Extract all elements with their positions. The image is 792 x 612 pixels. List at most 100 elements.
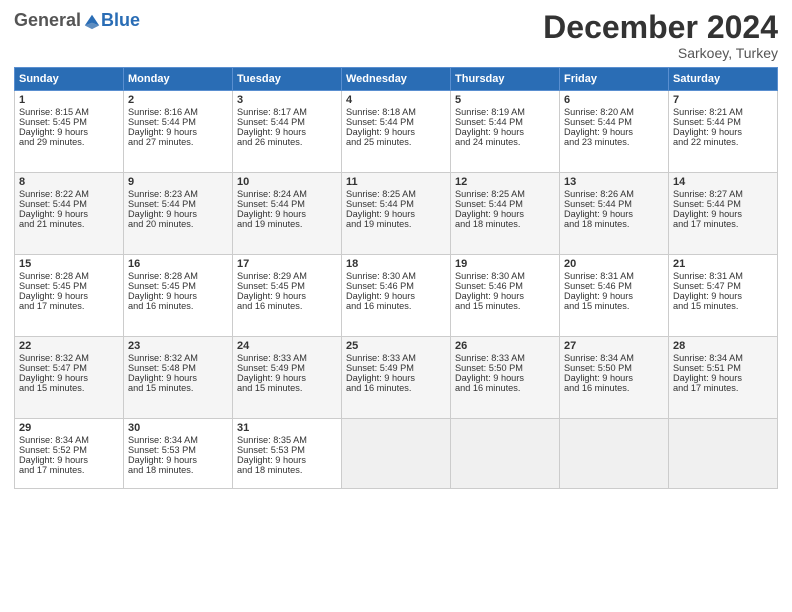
cell-text-line: Sunrise: 8:34 AM [128, 435, 198, 445]
cell-text-line: Sunset: 5:44 PM [237, 199, 305, 209]
calendar-header-tuesday: Tuesday [233, 68, 342, 91]
cell-text-line: and 29 minutes. [19, 137, 84, 147]
cell-text-line: Sunset: 5:44 PM [455, 199, 523, 209]
day-number: 16 [128, 258, 228, 270]
day-number: 21 [673, 258, 773, 270]
header: General Blue December 2024 Sarkoey, Turk… [14, 10, 778, 61]
calendar-header-wednesday: Wednesday [342, 68, 451, 91]
calendar-week-4: 22Sunrise: 8:32 AMSunset: 5:47 PMDayligh… [15, 337, 778, 419]
cell-text-line: Sunset: 5:51 PM [673, 363, 741, 373]
day-number: 15 [19, 258, 119, 270]
day-number: 1 [19, 94, 119, 106]
cell-text-line: Sunrise: 8:27 AM [673, 189, 743, 199]
cell-text-line: Daylight: 9 hours [673, 127, 742, 137]
calendar-cell: 12Sunrise: 8:25 AMSunset: 5:44 PMDayligh… [451, 173, 560, 255]
cell-text-line: Sunset: 5:44 PM [564, 199, 632, 209]
cell-text-line: Daylight: 9 hours [128, 127, 197, 137]
day-number: 19 [455, 258, 555, 270]
calendar-cell: 7Sunrise: 8:21 AMSunset: 5:44 PMDaylight… [669, 91, 778, 173]
calendar-week-2: 8Sunrise: 8:22 AMSunset: 5:44 PMDaylight… [15, 173, 778, 255]
calendar-cell: 2Sunrise: 8:16 AMSunset: 5:44 PMDaylight… [124, 91, 233, 173]
day-number: 3 [237, 94, 337, 106]
cell-text-line: Sunrise: 8:30 AM [346, 271, 416, 281]
calendar-cell [560, 419, 669, 489]
cell-text-line: Sunset: 5:44 PM [564, 117, 632, 127]
cell-text-line: Sunrise: 8:18 AM [346, 107, 416, 117]
cell-text-line: Sunset: 5:44 PM [237, 117, 305, 127]
cell-text-line: Sunrise: 8:33 AM [346, 353, 416, 363]
cell-text-line: Sunrise: 8:26 AM [564, 189, 634, 199]
cell-text-line: Sunset: 5:45 PM [19, 281, 87, 291]
calendar-cell: 26Sunrise: 8:33 AMSunset: 5:50 PMDayligh… [451, 337, 560, 419]
cell-text-line: Sunset: 5:45 PM [237, 281, 305, 291]
cell-text-line: Sunrise: 8:32 AM [128, 353, 198, 363]
cell-text-line: Sunset: 5:50 PM [455, 363, 523, 373]
day-number: 18 [346, 258, 446, 270]
cell-text-line: and 18 minutes. [128, 465, 193, 475]
calendar-cell: 27Sunrise: 8:34 AMSunset: 5:50 PMDayligh… [560, 337, 669, 419]
day-number: 12 [455, 176, 555, 188]
cell-text-line: Sunset: 5:44 PM [19, 199, 87, 209]
cell-text-line: and 16 minutes. [564, 383, 629, 393]
month-title: December 2024 [543, 10, 778, 45]
cell-text-line: Daylight: 9 hours [455, 291, 524, 301]
calendar-cell: 22Sunrise: 8:32 AMSunset: 5:47 PMDayligh… [15, 337, 124, 419]
cell-text-line: Daylight: 9 hours [673, 291, 742, 301]
calendar-cell: 8Sunrise: 8:22 AMSunset: 5:44 PMDaylight… [15, 173, 124, 255]
cell-text-line: and 18 minutes. [237, 465, 302, 475]
cell-text-line: Sunset: 5:47 PM [673, 281, 741, 291]
calendar-cell: 3Sunrise: 8:17 AMSunset: 5:44 PMDaylight… [233, 91, 342, 173]
cell-text-line: Sunrise: 8:34 AM [564, 353, 634, 363]
cell-text-line: Sunset: 5:45 PM [128, 281, 196, 291]
cell-text-line: Daylight: 9 hours [455, 209, 524, 219]
day-number: 17 [237, 258, 337, 270]
cell-text-line: and 16 minutes. [128, 301, 193, 311]
calendar-cell: 16Sunrise: 8:28 AMSunset: 5:45 PMDayligh… [124, 255, 233, 337]
cell-text-line: Daylight: 9 hours [455, 127, 524, 137]
cell-text-line: Sunrise: 8:35 AM [237, 435, 307, 445]
main-container: General Blue December 2024 Sarkoey, Turk… [0, 0, 792, 612]
cell-text-line: Daylight: 9 hours [673, 373, 742, 383]
day-number: 20 [564, 258, 664, 270]
cell-text-line: Daylight: 9 hours [346, 209, 415, 219]
cell-text-line: Daylight: 9 hours [237, 291, 306, 301]
cell-text-line: and 15 minutes. [564, 301, 629, 311]
cell-text-line: Sunset: 5:44 PM [128, 199, 196, 209]
title-section: December 2024 Sarkoey, Turkey [543, 10, 778, 61]
calendar-cell: 30Sunrise: 8:34 AMSunset: 5:53 PMDayligh… [124, 419, 233, 489]
day-number: 26 [455, 340, 555, 352]
cell-text-line: Sunrise: 8:22 AM [19, 189, 89, 199]
cell-text-line: and 26 minutes. [237, 137, 302, 147]
day-number: 27 [564, 340, 664, 352]
cell-text-line: and 23 minutes. [564, 137, 629, 147]
calendar-cell: 14Sunrise: 8:27 AMSunset: 5:44 PMDayligh… [669, 173, 778, 255]
calendar-header-friday: Friday [560, 68, 669, 91]
calendar-cell: 10Sunrise: 8:24 AMSunset: 5:44 PMDayligh… [233, 173, 342, 255]
cell-text-line: Sunrise: 8:31 AM [673, 271, 743, 281]
cell-text-line: Sunset: 5:44 PM [346, 199, 414, 209]
cell-text-line: and 19 minutes. [346, 219, 411, 229]
cell-text-line: and 20 minutes. [128, 219, 193, 229]
cell-text-line: Daylight: 9 hours [19, 291, 88, 301]
cell-text-line: Sunset: 5:46 PM [455, 281, 523, 291]
cell-text-line: Sunrise: 8:34 AM [673, 353, 743, 363]
cell-text-line: Sunrise: 8:32 AM [19, 353, 89, 363]
calendar-cell: 4Sunrise: 8:18 AMSunset: 5:44 PMDaylight… [342, 91, 451, 173]
cell-text-line: Sunset: 5:47 PM [19, 363, 87, 373]
cell-text-line: Sunset: 5:44 PM [455, 117, 523, 127]
cell-text-line: Daylight: 9 hours [237, 209, 306, 219]
cell-text-line: Daylight: 9 hours [564, 373, 633, 383]
cell-text-line: Daylight: 9 hours [19, 455, 88, 465]
cell-text-line: Sunrise: 8:25 AM [455, 189, 525, 199]
calendar-cell: 6Sunrise: 8:20 AMSunset: 5:44 PMDaylight… [560, 91, 669, 173]
cell-text-line: and 21 minutes. [19, 219, 84, 229]
cell-text-line: Sunset: 5:44 PM [673, 199, 741, 209]
calendar-cell: 15Sunrise: 8:28 AMSunset: 5:45 PMDayligh… [15, 255, 124, 337]
day-number: 23 [128, 340, 228, 352]
cell-text-line: Sunrise: 8:24 AM [237, 189, 307, 199]
cell-text-line: Sunset: 5:53 PM [237, 445, 305, 455]
cell-text-line: Daylight: 9 hours [128, 209, 197, 219]
calendar-week-5: 29Sunrise: 8:34 AMSunset: 5:52 PMDayligh… [15, 419, 778, 489]
calendar-cell: 31Sunrise: 8:35 AMSunset: 5:53 PMDayligh… [233, 419, 342, 489]
cell-text-line: Sunrise: 8:25 AM [346, 189, 416, 199]
